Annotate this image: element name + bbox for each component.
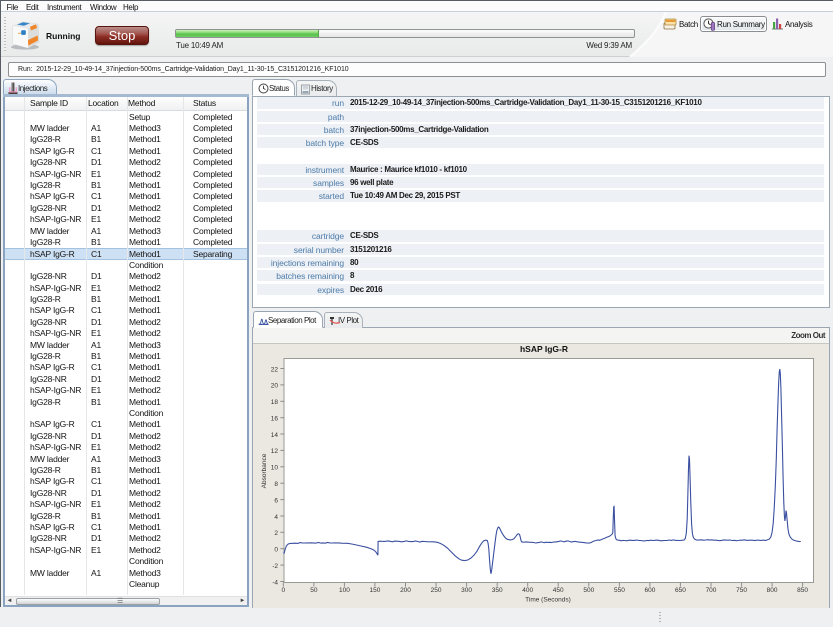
svg-text:150: 150	[369, 587, 380, 594]
svg-text:hSAP IgG-R: hSAP IgG-R	[520, 344, 568, 354]
svg-text:350: 350	[492, 587, 503, 594]
svg-text:8: 8	[274, 481, 278, 488]
svg-text:650: 650	[675, 587, 686, 594]
svg-text:500: 500	[583, 587, 594, 594]
svg-text:6: 6	[274, 497, 278, 504]
svg-text:10: 10	[271, 465, 279, 472]
svg-text:Time (Seconds): Time (Seconds)	[525, 597, 571, 604]
svg-text:300: 300	[461, 587, 472, 594]
svg-text:250: 250	[431, 587, 442, 594]
svg-text:20: 20	[271, 383, 279, 390]
svg-text:800: 800	[767, 587, 778, 594]
svg-text:Absorbance: Absorbance	[261, 453, 268, 488]
svg-text:0: 0	[281, 587, 285, 594]
svg-text:50: 50	[310, 587, 318, 594]
svg-text:550: 550	[614, 587, 625, 594]
svg-text:400: 400	[522, 587, 533, 594]
svg-text:750: 750	[736, 587, 747, 594]
svg-text:-4: -4	[272, 579, 278, 586]
svg-text:12: 12	[271, 448, 279, 455]
svg-text:0: 0	[274, 547, 278, 554]
svg-text:16: 16	[271, 416, 279, 423]
svg-text:4: 4	[274, 514, 278, 521]
svg-text:14: 14	[271, 432, 279, 439]
svg-text:450: 450	[553, 587, 564, 594]
svg-text:-2: -2	[272, 563, 278, 570]
svg-text:100: 100	[339, 587, 350, 594]
svg-text:2: 2	[274, 530, 278, 537]
svg-text:200: 200	[400, 587, 411, 594]
svg-text:22: 22	[271, 366, 279, 373]
svg-text:600: 600	[644, 587, 655, 594]
svg-text:18: 18	[271, 399, 279, 406]
svg-text:700: 700	[706, 587, 717, 594]
svg-text:850: 850	[797, 587, 808, 594]
